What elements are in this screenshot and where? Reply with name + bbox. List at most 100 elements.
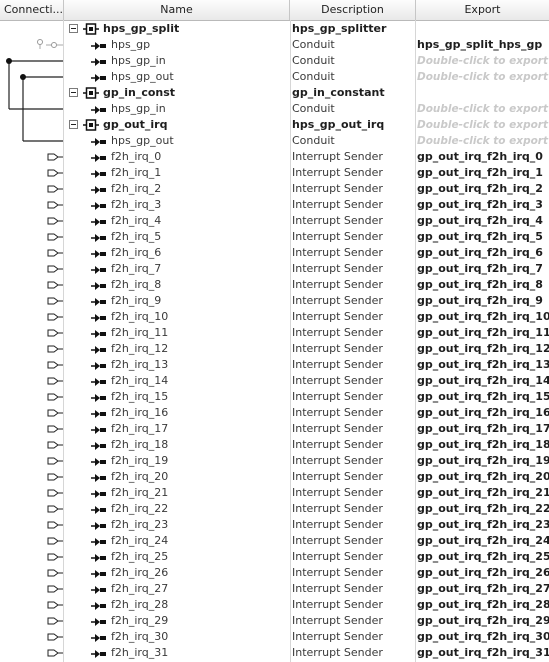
- port-row[interactable]: f2h_irq_12 Interrupt Sender gp_out_irq_f2h…: [0, 341, 549, 357]
- export-cell[interactable]: gp_out_irq_f2h_irq_6: [417, 245, 549, 261]
- port-row[interactable]: f2h_irq_17 Interrupt Sender gp_out_irq_f2h…: [0, 421, 549, 437]
- export-cell[interactable]: gp_out_irq_f2h_irq_5: [417, 229, 549, 245]
- export-cell[interactable]: gp_out_irq_f2h_irq_3: [417, 197, 549, 213]
- collapse-toggle-icon[interactable]: [69, 120, 78, 129]
- export-cell[interactable]: gp_out_irq_f2h_irq_10: [417, 309, 549, 325]
- collapse-toggle-icon[interactable]: [69, 24, 78, 33]
- port-row[interactable]: f2h_irq_14 Interrupt Sender gp_out_irq_f2h…: [0, 373, 549, 389]
- export-cell[interactable]: gp_out_irq_f2h_irq_2: [417, 181, 549, 197]
- port-row[interactable]: f2h_irq_7 Interrupt Sender gp_out_irq_f2h_…: [0, 261, 549, 277]
- export-cell[interactable]: gp_out_irq_f2h_irq_24: [417, 533, 549, 549]
- port-row[interactable]: f2h_irq_21 Interrupt Sender gp_out_irq_f2h…: [0, 485, 549, 501]
- export-cell[interactable]: gp_out_irq_f2h_irq_19: [417, 453, 549, 469]
- port-name: f2h_irq_7: [111, 262, 162, 275]
- port-row[interactable]: hps_gp_in Conduit Double-click to export: [0, 101, 549, 117]
- export-cell[interactable]: gp_out_irq_f2h_irq_14: [417, 373, 549, 389]
- port-row[interactable]: f2h_irq_29 Interrupt Sender gp_out_irq_f2h…: [0, 613, 549, 629]
- port-row[interactable]: f2h_irq_23 Interrupt Sender gp_out_irq_f2h…: [0, 517, 549, 533]
- export-cell[interactable]: [417, 85, 549, 101]
- port-row[interactable]: f2h_irq_18 Interrupt Sender gp_out_irq_f2h…: [0, 437, 549, 453]
- port-row[interactable]: f2h_irq_6 Interrupt Sender gp_out_irq_f2h_…: [0, 245, 549, 261]
- component-row[interactable]: gp_in_const gp_in_constant: [0, 85, 549, 101]
- export-cell[interactable]: gp_out_irq_f2h_irq_9: [417, 293, 549, 309]
- port-row[interactable]: f2h_irq_22 Interrupt Sender gp_out_irq_f2h…: [0, 501, 549, 517]
- export-cell[interactable]: gp_out_irq_f2h_irq_25: [417, 549, 549, 565]
- port-row[interactable]: f2h_irq_10 Interrupt Sender gp_out_irq_f2h…: [0, 309, 549, 325]
- export-cell[interactable]: gp_out_irq_f2h_irq_26: [417, 565, 549, 581]
- export-cell[interactable]: gp_out_irq_f2h_irq_12: [417, 341, 549, 357]
- connections-column-header[interactable]: Connecti...: [0, 0, 64, 20]
- export-cell[interactable]: gp_out_irq_f2h_irq_1: [417, 165, 549, 181]
- export-cell[interactable]: gp_out_irq_f2h_irq_23: [417, 517, 549, 533]
- port-row[interactable]: f2h_irq_0 Interrupt Sender gp_out_irq_f2h_…: [0, 149, 549, 165]
- port-row[interactable]: f2h_irq_8 Interrupt Sender gp_out_irq_f2h_…: [0, 277, 549, 293]
- export-cell[interactable]: Double-click to export: [417, 69, 549, 85]
- port-row[interactable]: hps_gp_out Conduit Double-click to export: [0, 69, 549, 85]
- port-row[interactable]: f2h_irq_16 Interrupt Sender gp_out_irq_f2h…: [0, 405, 549, 421]
- export-cell[interactable]: Double-click to export: [417, 117, 549, 133]
- description-cell: Conduit: [292, 70, 335, 83]
- port-row[interactable]: f2h_irq_2 Interrupt Sender gp_out_irq_f2h_…: [0, 181, 549, 197]
- port-row[interactable]: f2h_irq_15 Interrupt Sender gp_out_irq_f2h…: [0, 389, 549, 405]
- export-cell[interactable]: Double-click to export: [417, 133, 549, 149]
- port-row[interactable]: f2h_irq_28 Interrupt Sender gp_out_irq_f2h…: [0, 597, 549, 613]
- port-name: f2h_irq_22: [111, 502, 169, 515]
- port-row[interactable]: f2h_irq_1 Interrupt Sender gp_out_irq_f2h_…: [0, 165, 549, 181]
- component-row[interactable]: hps_gp_split hps_gp_splitter: [0, 21, 549, 37]
- export-cell[interactable]: gp_out_irq_f2h_irq_8: [417, 277, 549, 293]
- port-row[interactable]: hps_gp_in Conduit Double-click to export: [0, 53, 549, 69]
- port-row[interactable]: f2h_irq_4 Interrupt Sender gp_out_irq_f2h_…: [0, 213, 549, 229]
- port-row[interactable]: hps_gp Conduit hps_gp_split_hps_gp: [0, 37, 549, 53]
- export-cell[interactable]: gp_out_irq_f2h_irq_11: [417, 325, 549, 341]
- description-cell: Interrupt Sender: [292, 214, 383, 227]
- export-cell[interactable]: gp_out_irq_f2h_irq_27: [417, 581, 549, 597]
- name-cell: f2h_irq_13: [64, 357, 290, 373]
- port-row[interactable]: f2h_irq_20 Interrupt Sender gp_out_irq_f2h…: [0, 469, 549, 485]
- collapse-toggle-icon[interactable]: [69, 88, 78, 97]
- interface-port-icon: [91, 616, 107, 626]
- export-cell[interactable]: gp_out_irq_f2h_irq_30: [417, 629, 549, 645]
- export-cell[interactable]: Double-click to export: [417, 53, 549, 69]
- description-column-header[interactable]: Description: [290, 0, 416, 20]
- name-cell: hps_gp_in: [64, 53, 290, 69]
- export-cell[interactable]: gp_out_irq_f2h_irq_29: [417, 613, 549, 629]
- export-cell[interactable]: gp_out_irq_f2h_irq_17: [417, 421, 549, 437]
- interface-port-icon: [91, 328, 107, 338]
- description-cell: hps_gp_splitter: [292, 22, 387, 35]
- port-row[interactable]: f2h_irq_5 Interrupt Sender gp_out_irq_f2h_…: [0, 229, 549, 245]
- export-column-header[interactable]: Export: [416, 0, 549, 20]
- component-row[interactable]: gp_out_irq hps_gp_out_irq Double-click to …: [0, 117, 549, 133]
- export-cell[interactable]: hps_gp_split_hps_gp: [417, 37, 549, 53]
- export-cell[interactable]: gp_out_irq_f2h_irq_13: [417, 357, 549, 373]
- export-cell[interactable]: gp_out_irq_f2h_irq_7: [417, 261, 549, 277]
- port-row[interactable]: f2h_irq_13 Interrupt Sender gp_out_irq_f2h…: [0, 357, 549, 373]
- interface-port-icon: [91, 56, 107, 66]
- export-cell[interactable]: gp_out_irq_f2h_irq_15: [417, 389, 549, 405]
- interface-port-icon: [91, 312, 107, 322]
- port-row[interactable]: f2h_irq_24 Interrupt Sender gp_out_irq_f2h…: [0, 533, 549, 549]
- port-row[interactable]: f2h_irq_26 Interrupt Sender gp_out_irq_f2h…: [0, 565, 549, 581]
- port-row[interactable]: f2h_irq_30 Interrupt Sender gp_out_irq_f2h…: [0, 629, 549, 645]
- port-row[interactable]: f2h_irq_3 Interrupt Sender gp_out_irq_f2h_…: [0, 197, 549, 213]
- description-cell: Interrupt Sender: [292, 262, 383, 275]
- export-cell[interactable]: [417, 21, 549, 37]
- name-cell: hps_gp_out: [64, 133, 290, 149]
- export-cell[interactable]: gp_out_irq_f2h_irq_22: [417, 501, 549, 517]
- export-cell[interactable]: gp_out_irq_f2h_irq_20: [417, 469, 549, 485]
- export-cell[interactable]: gp_out_irq_f2h_irq_28: [417, 597, 549, 613]
- export-cell[interactable]: gp_out_irq_f2h_irq_21: [417, 485, 549, 501]
- port-row[interactable]: f2h_irq_19 Interrupt Sender gp_out_irq_f2h…: [0, 453, 549, 469]
- name-column-header[interactable]: Name: [64, 0, 290, 20]
- export-cell[interactable]: gp_out_irq_f2h_irq_0: [417, 149, 549, 165]
- port-row[interactable]: f2h_irq_31 Interrupt Sender gp_out_irq_f2h…: [0, 645, 549, 661]
- export-cell[interactable]: gp_out_irq_f2h_irq_4: [417, 213, 549, 229]
- export-cell[interactable]: gp_out_irq_f2h_irq_18: [417, 437, 549, 453]
- port-row[interactable]: f2h_irq_11 Interrupt Sender gp_out_irq_f2h…: [0, 325, 549, 341]
- export-cell[interactable]: gp_out_irq_f2h_irq_16: [417, 405, 549, 421]
- port-row[interactable]: f2h_irq_27 Interrupt Sender gp_out_irq_f2h…: [0, 581, 549, 597]
- port-row[interactable]: f2h_irq_9 Interrupt Sender gp_out_irq_f2h_…: [0, 293, 549, 309]
- port-row[interactable]: f2h_irq_25 Interrupt Sender gp_out_irq_f2h…: [0, 549, 549, 565]
- export-cell[interactable]: gp_out_irq_f2h_irq_31: [417, 645, 549, 661]
- port-row[interactable]: hps_gp_out Conduit Double-click to export: [0, 133, 549, 149]
- export-cell[interactable]: Double-click to export: [417, 101, 549, 117]
